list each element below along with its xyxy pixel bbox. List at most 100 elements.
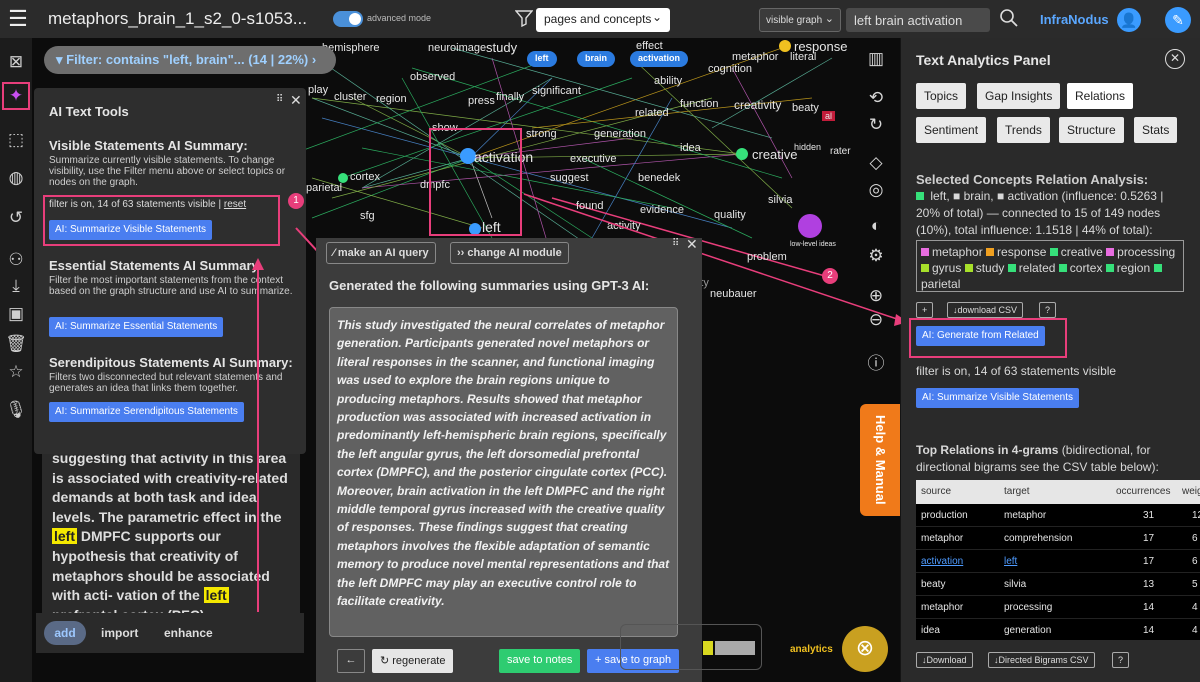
close-analytics-icon[interactable]: ⊗ — [842, 626, 888, 672]
regenerate-button[interactable]: ↻ regenerate — [372, 649, 454, 673]
tab-enhance[interactable]: enhance — [164, 626, 213, 640]
table-row[interactable]: production metaphor 31 12 — [916, 504, 1200, 527]
add-button[interactable]: + — [916, 302, 934, 318]
save-icon[interactable]: ▣ — [4, 302, 28, 326]
history-icon[interactable]: ↺ — [4, 206, 28, 230]
column-header[interactable]: source — [921, 486, 951, 497]
tab-topics[interactable]: Topics — [916, 83, 967, 109]
table-row[interactable]: metaphor comprehension 17 6 — [916, 527, 1200, 550]
drag-handle-icon[interactable]: ⠿ — [672, 238, 679, 249]
summarize-essential-button[interactable]: AI: Summarize Essential Statements — [49, 317, 224, 337]
drag-handle-icon[interactable]: ⠿ — [276, 94, 283, 105]
star-icon[interactable]: ☆ — [4, 360, 28, 384]
download-button[interactable]: ↓Download — [916, 652, 973, 668]
concept-item[interactable]: related — [1019, 261, 1056, 275]
summarize-serendipitous-button[interactable]: AI: Summarize Serendipitous Statements — [49, 402, 244, 422]
concept-item[interactable]: study — [976, 261, 1005, 275]
advanced-mode-toggle[interactable] — [333, 11, 363, 27]
table-row[interactable]: beaty silvia 13 5 — [916, 573, 1200, 596]
help-icon[interactable]: ⓘ — [864, 352, 888, 376]
table-cell: 5 — [1192, 579, 1198, 590]
concept-item[interactable]: cortex — [1070, 261, 1103, 275]
close-icon[interactable]: ✕ — [290, 92, 302, 109]
text-analytics-panel: Text Analytics Panel ✕ Topics Gap Insigh… — [901, 38, 1200, 682]
relations-table: source target occurrences weig productio… — [916, 480, 1200, 640]
zoom-out-icon[interactable]: ⊖ — [864, 308, 888, 332]
chip-left[interactable]: left — [527, 51, 557, 67]
graph-scope-select[interactable]: visible graph — [759, 8, 841, 32]
gpt-title: Generated the following summaries using … — [329, 278, 650, 293]
diamond-icon[interactable]: ◇ — [864, 151, 888, 175]
settings-icon[interactable]: ⚙ — [864, 244, 888, 268]
column-header[interactable]: weig — [1182, 486, 1200, 497]
help-manual-tab[interactable]: Help & Manual — [860, 404, 900, 516]
table-row[interactable]: activation left 17 6 — [916, 550, 1200, 573]
user-avatar-icon[interactable]: 👤 — [1117, 8, 1141, 32]
table-row[interactable]: metaphor processing 14 4 — [916, 596, 1200, 619]
tab-sentiment[interactable]: Sentiment — [916, 117, 987, 143]
search-icon[interactable] — [999, 8, 1019, 28]
view-mode-select[interactable]: pages and concepts — [536, 8, 670, 32]
graph-label: sfg — [360, 210, 375, 222]
tab-import[interactable]: import — [101, 626, 138, 640]
help-button[interactable]: ? — [1039, 302, 1057, 318]
concept-item[interactable]: gyrus — [932, 261, 961, 275]
hide-panel-icon[interactable]: ⊠ — [4, 50, 28, 74]
help-button[interactable]: ? — [1112, 652, 1130, 668]
concept-item[interactable]: processing — [1117, 245, 1175, 259]
chip-activation[interactable]: activation — [630, 51, 689, 67]
refresh-icon[interactable]: ↻ — [864, 113, 888, 137]
select-area-icon[interactable]: ⬚ — [4, 128, 28, 152]
directed-bigrams-csv-button[interactable]: ↓Directed Bigrams CSV — [988, 652, 1095, 668]
filter-funnel-icon[interactable] — [514, 9, 534, 32]
chip-brain[interactable]: brain — [577, 51, 616, 67]
column-header[interactable]: occurrences — [1116, 486, 1170, 497]
change-ai-module-button[interactable]: ›› change AI module — [450, 242, 569, 264]
contrast-icon[interactable]: ◐ — [864, 214, 888, 238]
trash-icon[interactable]: 🗑 — [4, 332, 28, 356]
low-level-ideas-icon[interactable] — [798, 214, 822, 238]
graph-node-creative[interactable] — [736, 148, 748, 160]
table-row[interactable]: idea generation 14 4 — [916, 619, 1200, 640]
tab-trends[interactable]: Trends — [997, 117, 1050, 143]
table-cell[interactable]: left — [1004, 556, 1017, 567]
concept-item[interactable]: metaphor — [932, 245, 983, 259]
tab-add[interactable]: add — [44, 621, 86, 645]
globe-icon[interactable]: ◍ — [4, 166, 28, 190]
statements-view: suggesting that activity in this area is… — [42, 446, 300, 616]
column-header[interactable]: target — [1004, 486, 1030, 497]
gpt-summary-text[interactable]: This study investigated the neural corre… — [329, 307, 678, 637]
search-input[interactable] — [846, 8, 990, 32]
tab-structure[interactable]: Structure — [1059, 117, 1124, 143]
hamburger-icon[interactable]: ☰ — [0, 0, 36, 38]
download-icon[interactable]: ⤓ — [4, 274, 28, 298]
save-to-notes-button[interactable]: save to notes — [499, 649, 581, 673]
summarize-visible-button[interactable]: AI: Summarize Visible Statements — [916, 388, 1079, 408]
target-icon[interactable]: ◎ — [864, 178, 888, 202]
tab-gap-insights[interactable]: Gap Insights — [977, 83, 1061, 109]
document-title[interactable]: metaphors_brain_1_s2_0-s1053... — [48, 9, 318, 29]
concept-item[interactable]: region — [1117, 261, 1150, 275]
make-ai-query-button[interactable]: ⁄ make an AI query — [326, 242, 436, 264]
analytics-label[interactable]: analytics — [790, 644, 833, 655]
concept-item[interactable]: parietal — [921, 277, 960, 291]
tab-relations[interactable]: Relations — [1067, 83, 1134, 109]
ai-text-tools-panel: AI Text Tools ⠿ ✕ Visible Statements AI … — [34, 88, 306, 454]
share-icon[interactable]: ⚇ — [4, 248, 28, 272]
zoom-in-icon[interactable]: ⊕ — [864, 284, 888, 308]
chart-icon[interactable]: ▥ — [864, 47, 888, 71]
download-csv-button[interactable]: ↓download CSV — [947, 302, 1024, 318]
reset-view-icon[interactable]: ⟲ — [864, 86, 888, 110]
close-icon[interactable]: ✕ — [686, 236, 698, 253]
close-icon[interactable]: ✕ — [1165, 49, 1185, 69]
concept-item[interactable]: creative — [1061, 245, 1103, 259]
back-button[interactable]: ← — [337, 649, 365, 673]
table-cell[interactable]: activation — [921, 556, 963, 567]
brand-logo[interactable]: InfraNodus — [1040, 12, 1109, 27]
edit-note-icon[interactable]: ✎ — [1165, 7, 1191, 33]
concept-item[interactable]: response — [997, 245, 1046, 259]
filter-pill[interactable]: ▾ Filter: contains "left, brain"... (14 … — [44, 46, 336, 74]
microphone-icon[interactable]: 🎙 — [4, 398, 28, 422]
tab-stats[interactable]: Stats — [1134, 117, 1178, 143]
magic-wand-icon[interactable]: ✦ — [2, 82, 30, 110]
